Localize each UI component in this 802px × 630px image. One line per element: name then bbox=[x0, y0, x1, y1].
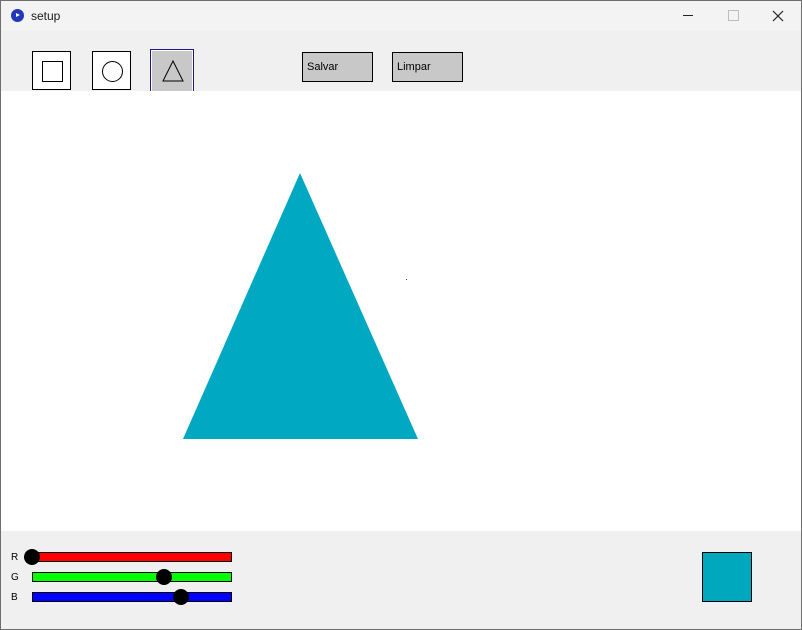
color-preview-swatch bbox=[702, 552, 752, 602]
circle-icon bbox=[102, 61, 123, 82]
triangle-tool-button[interactable] bbox=[150, 49, 194, 93]
save-button[interactable]: Salvar bbox=[302, 52, 373, 82]
color-panel: R G B bbox=[1, 531, 801, 629]
canvas-dot bbox=[406, 279, 407, 280]
triangle-icon bbox=[162, 59, 184, 82]
blue-slider-knob[interactable] bbox=[173, 589, 190, 605]
clear-button[interactable]: Limpar bbox=[392, 52, 463, 82]
title-bar[interactable]: setup bbox=[1, 1, 801, 31]
minimize-button[interactable] bbox=[665, 1, 711, 31]
app-icon bbox=[11, 9, 24, 22]
green-slider-knob[interactable] bbox=[155, 569, 172, 585]
square-icon bbox=[42, 61, 63, 82]
close-button[interactable] bbox=[755, 1, 801, 31]
close-icon bbox=[772, 10, 784, 22]
blue-slider-track[interactable] bbox=[32, 592, 232, 602]
circle-tool-button[interactable] bbox=[92, 51, 131, 90]
app-window: setup Salvar Limpar R G B bbox=[0, 0, 802, 630]
window-title: setup bbox=[31, 9, 61, 23]
red-slider-track[interactable] bbox=[32, 552, 232, 562]
slider-label-g: G bbox=[11, 572, 19, 583]
toolbar: Salvar Limpar bbox=[1, 31, 801, 93]
drawn-triangle bbox=[183, 173, 418, 439]
drawing-canvas[interactable] bbox=[1, 91, 801, 531]
red-slider-knob[interactable] bbox=[24, 549, 40, 565]
green-slider-track[interactable] bbox=[32, 572, 232, 582]
slider-label-r: R bbox=[11, 552, 19, 563]
rectangle-tool-button[interactable] bbox=[32, 51, 71, 90]
slider-label-b: B bbox=[11, 592, 18, 603]
maximize-button[interactable] bbox=[711, 1, 757, 31]
